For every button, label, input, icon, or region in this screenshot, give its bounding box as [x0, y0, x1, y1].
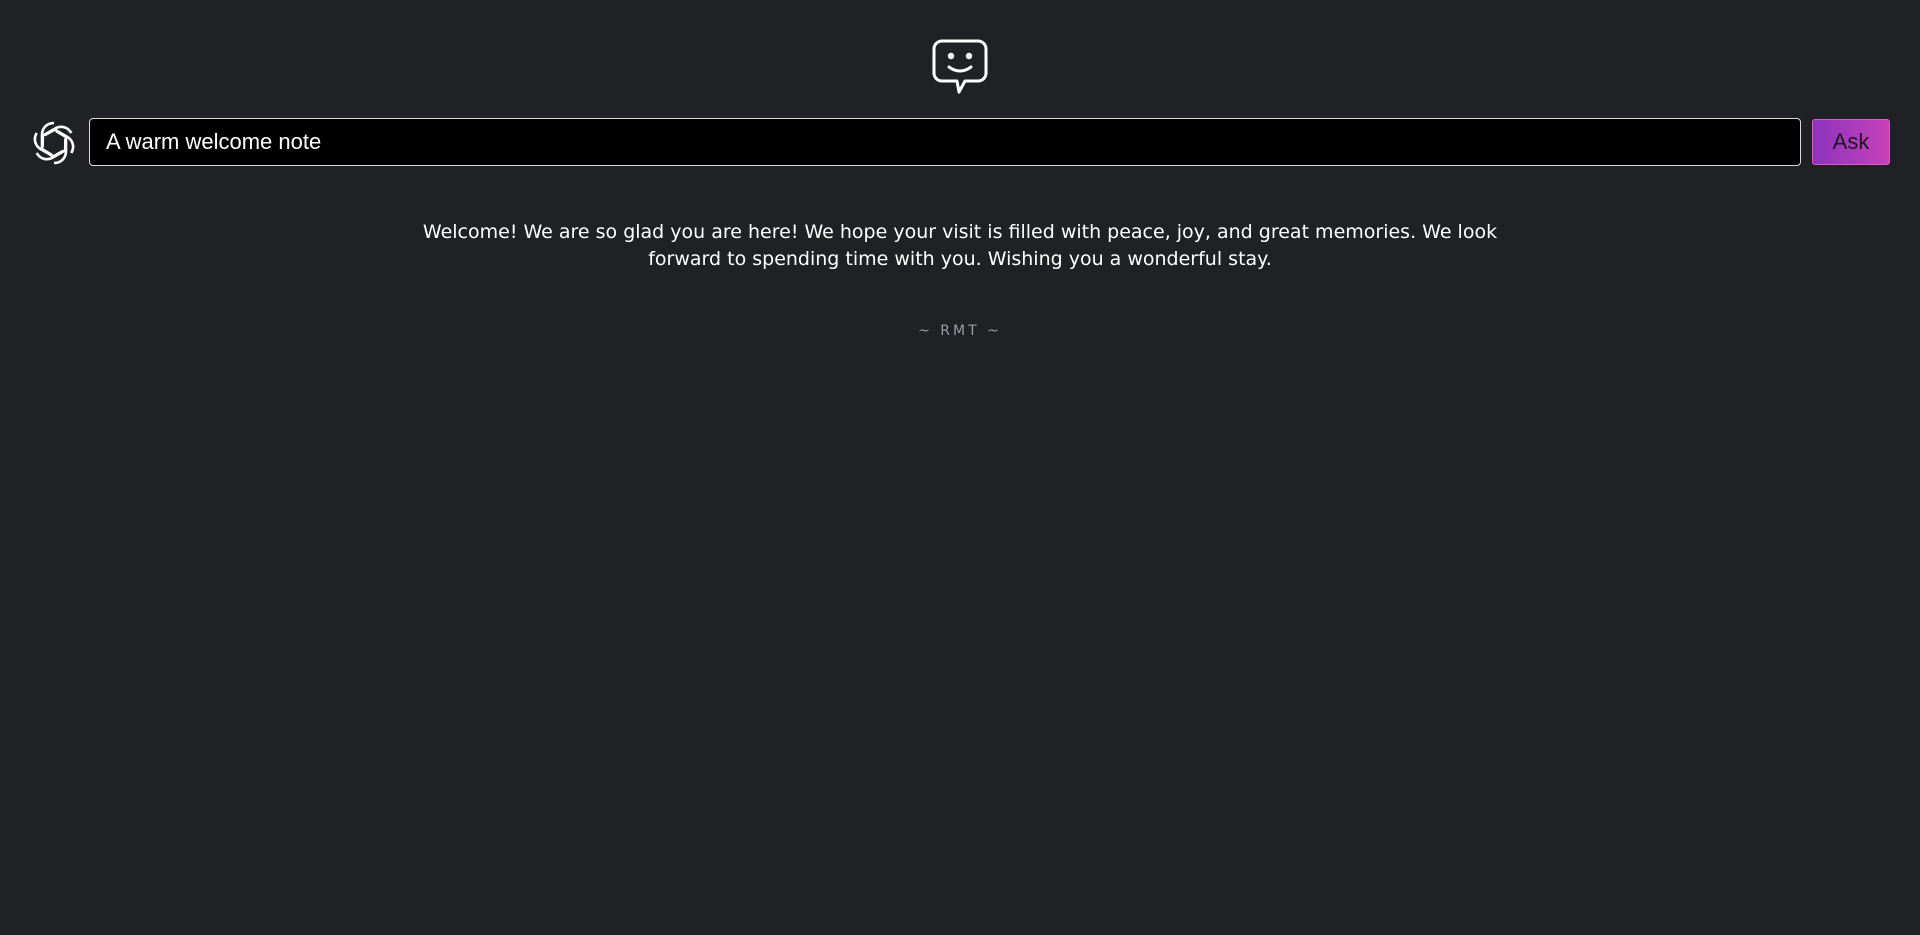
openai-logo-icon: [33, 121, 75, 165]
signature: ~ RMT ~: [918, 323, 1002, 339]
smiley-chat-bubble-icon: [932, 39, 988, 94]
app-page: Ask Welcome! We are so glad you are here…: [0, 0, 1920, 935]
prompt-input[interactable]: [89, 118, 1801, 166]
response-text: Welcome! We are so glad you are here! We…: [422, 221, 1498, 270]
prompt-bar: Ask: [28, 117, 1892, 169]
ask-button[interactable]: Ask: [1812, 119, 1890, 165]
